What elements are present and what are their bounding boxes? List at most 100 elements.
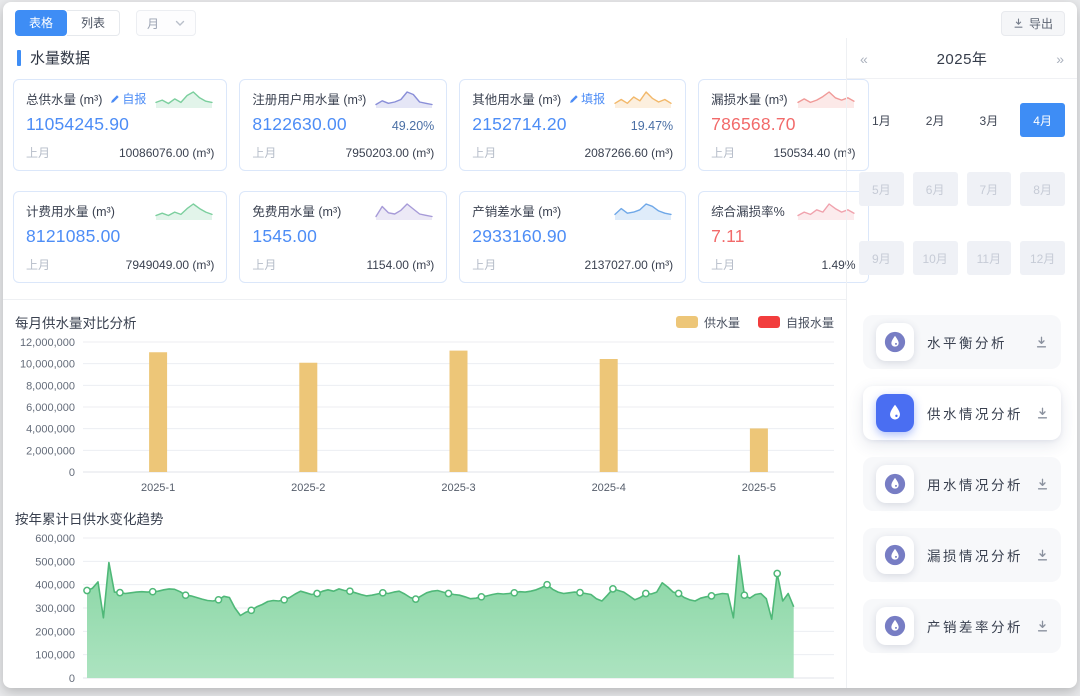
month-button-1[interactable]: 1月 — [859, 103, 904, 137]
stat-card-value: 8121085.00 — [26, 226, 120, 247]
sparkline — [374, 88, 434, 109]
data-point-marker[interactable] — [117, 590, 123, 596]
analysis-item-2[interactable]: 供水情况分析 — [863, 386, 1061, 440]
data-point-marker[interactable] — [643, 590, 649, 596]
stat-card-prev-row: 上月2087266.60 (m³) — [472, 144, 673, 161]
stat-card-header: 注册用户用水量 (m³) — [252, 88, 434, 109]
month-button-2[interactable]: 2月 — [913, 103, 958, 137]
daily-supply-area-chart: 0100,000200,000300,000400,000500,000600,… — [13, 530, 838, 688]
legend-swatch — [676, 316, 698, 328]
stat-card-header: 漏损水量 (m³) — [711, 88, 855, 109]
app-window: 表格 列表 月 导出 水量数据 总供水量 (m³)自报11054245.90上月… — [3, 2, 1077, 688]
export-button[interactable]: 导出 — [1001, 11, 1065, 36]
period-dropdown[interactable]: 月 — [136, 10, 196, 36]
data-point-marker[interactable] — [478, 594, 484, 600]
data-point-marker[interactable] — [544, 582, 550, 588]
data-point-marker[interactable] — [248, 607, 254, 613]
bar-2025-5[interactable] — [750, 428, 768, 472]
data-point-marker[interactable] — [511, 590, 517, 596]
analysis-item-label: 用水情况分析 — [927, 474, 1023, 494]
stat-card-value-row: 786568.70 — [711, 114, 855, 135]
analysis-item-label: 产销差率分析 — [927, 616, 1023, 636]
calendar-header: « 2025年 » — [847, 38, 1077, 79]
data-point-marker[interactable] — [708, 593, 714, 599]
legend-item-1[interactable]: 自报水量 — [758, 314, 834, 331]
prev-month-value: 7950203.00 (m³) — [346, 146, 435, 160]
analysis-item-icon-box — [876, 607, 914, 645]
stat-card-value-row: 2933160.90 — [472, 226, 673, 247]
data-point-marker[interactable] — [380, 590, 386, 596]
stat-card-value: 8122630.00 — [252, 114, 346, 135]
data-point-marker[interactable] — [314, 590, 320, 596]
data-point-marker[interactable] — [347, 588, 353, 594]
data-point-marker[interactable] — [281, 597, 287, 603]
analysis-item-3[interactable]: 用水情况分析 — [863, 457, 1061, 511]
month-button-10: 10月 — [913, 241, 958, 275]
data-point-marker[interactable] — [610, 586, 616, 592]
period-dropdown-value: 月 — [147, 15, 159, 32]
stat-card-title: 漏损水量 (m³) — [711, 89, 787, 108]
analysis-list: 水平衡分析供水情况分析用水情况分析漏损情况分析产销差率分析 — [847, 303, 1077, 663]
export-button-label: 导出 — [1029, 15, 1053, 32]
data-point-marker[interactable] — [774, 570, 780, 576]
analysis-item-icon-box — [876, 536, 914, 574]
sparkline — [374, 200, 434, 221]
tab-list[interactable]: 列表 — [67, 10, 120, 36]
calendar-prev-year-icon[interactable]: « — [860, 51, 868, 67]
prev-month-label: 上月 — [472, 256, 496, 273]
data-point-marker[interactable] — [676, 590, 682, 596]
stat-card-header: 免费用水量 (m³) — [252, 200, 434, 221]
download-icon[interactable] — [1036, 549, 1049, 562]
download-icon[interactable] — [1036, 407, 1049, 420]
month-button-12: 12月 — [1020, 241, 1065, 275]
data-point-marker[interactable] — [183, 592, 189, 598]
stat-card-title: 总供水量 (m³) — [26, 89, 102, 108]
analysis-item-4[interactable]: 漏损情况分析 — [863, 528, 1061, 582]
sidebar: « 2025年 » 1月2月3月4月5月6月7月8月9月10月11月12月 水平… — [846, 38, 1077, 688]
download-icon[interactable] — [1036, 620, 1049, 633]
data-point-marker[interactable] — [150, 589, 156, 595]
data-point-marker[interactable] — [445, 590, 451, 596]
download-icon[interactable] — [1035, 336, 1048, 349]
stat-card-title: 其他用水量 (m³) — [472, 89, 561, 108]
calendar-next-year-icon[interactable]: » — [1056, 51, 1064, 67]
month-button-3[interactable]: 3月 — [967, 103, 1012, 137]
svg-text:200,000: 200,000 — [35, 626, 75, 638]
download-icon[interactable] — [1036, 478, 1049, 491]
tab-table[interactable]: 表格 — [15, 10, 67, 36]
data-point-marker[interactable] — [577, 590, 583, 596]
data-point-marker[interactable] — [84, 587, 90, 593]
card-edit-link[interactable]: 填报 — [569, 90, 605, 107]
stat-card-header: 其他用水量 (m³) 填报 — [472, 88, 673, 109]
card-edit-link[interactable]: 自报 — [110, 90, 146, 107]
data-point-marker[interactable] — [741, 592, 747, 598]
card-edit-link-label: 填报 — [581, 90, 605, 107]
prev-month-value: 7949049.00 (m³) — [126, 258, 215, 272]
bar-2025-2[interactable] — [299, 363, 317, 472]
prev-month-label: 上月 — [711, 256, 735, 273]
svg-text:600,000: 600,000 — [35, 533, 75, 545]
svg-text:500,000: 500,000 — [35, 556, 75, 568]
analysis-item-5[interactable]: 产销差率分析 — [863, 599, 1061, 653]
data-point-marker[interactable] — [413, 596, 419, 602]
stat-card-value-row: 8122630.0049.20% — [252, 114, 434, 135]
content: 水量数据 总供水量 (m³)自报11054245.90上月10086076.00… — [3, 38, 1077, 688]
stat-card-value-row: 2152714.2019.47% — [472, 114, 673, 135]
prev-month-value: 2087266.60 (m³) — [584, 146, 673, 160]
stat-card-1: 总供水量 (m³)自报11054245.90上月10086076.00 (m³) — [13, 79, 227, 171]
bar-2025-4[interactable] — [600, 359, 618, 472]
stat-card-prev-row: 上月1.49% — [711, 256, 855, 273]
month-button-4[interactable]: 4月 — [1020, 103, 1065, 137]
bar-2025-3[interactable] — [450, 351, 468, 472]
data-point-marker[interactable] — [215, 597, 221, 603]
svg-text:2025-5: 2025-5 — [742, 482, 776, 494]
stat-card-title: 注册用户用水量 (m³) — [252, 89, 366, 108]
svg-text:12,000,000: 12,000,000 — [20, 337, 75, 349]
bar-2025-1[interactable] — [149, 352, 167, 472]
section-title-text: 水量数据 — [30, 47, 90, 68]
svg-text:2025-4: 2025-4 — [592, 482, 626, 494]
month-button-11: 11月 — [967, 241, 1012, 275]
legend-item-0[interactable]: 供水量 — [676, 314, 740, 331]
analysis-item-1[interactable]: 水平衡分析 — [863, 315, 1061, 369]
stat-card-value-row: 1545.00 — [252, 226, 434, 247]
